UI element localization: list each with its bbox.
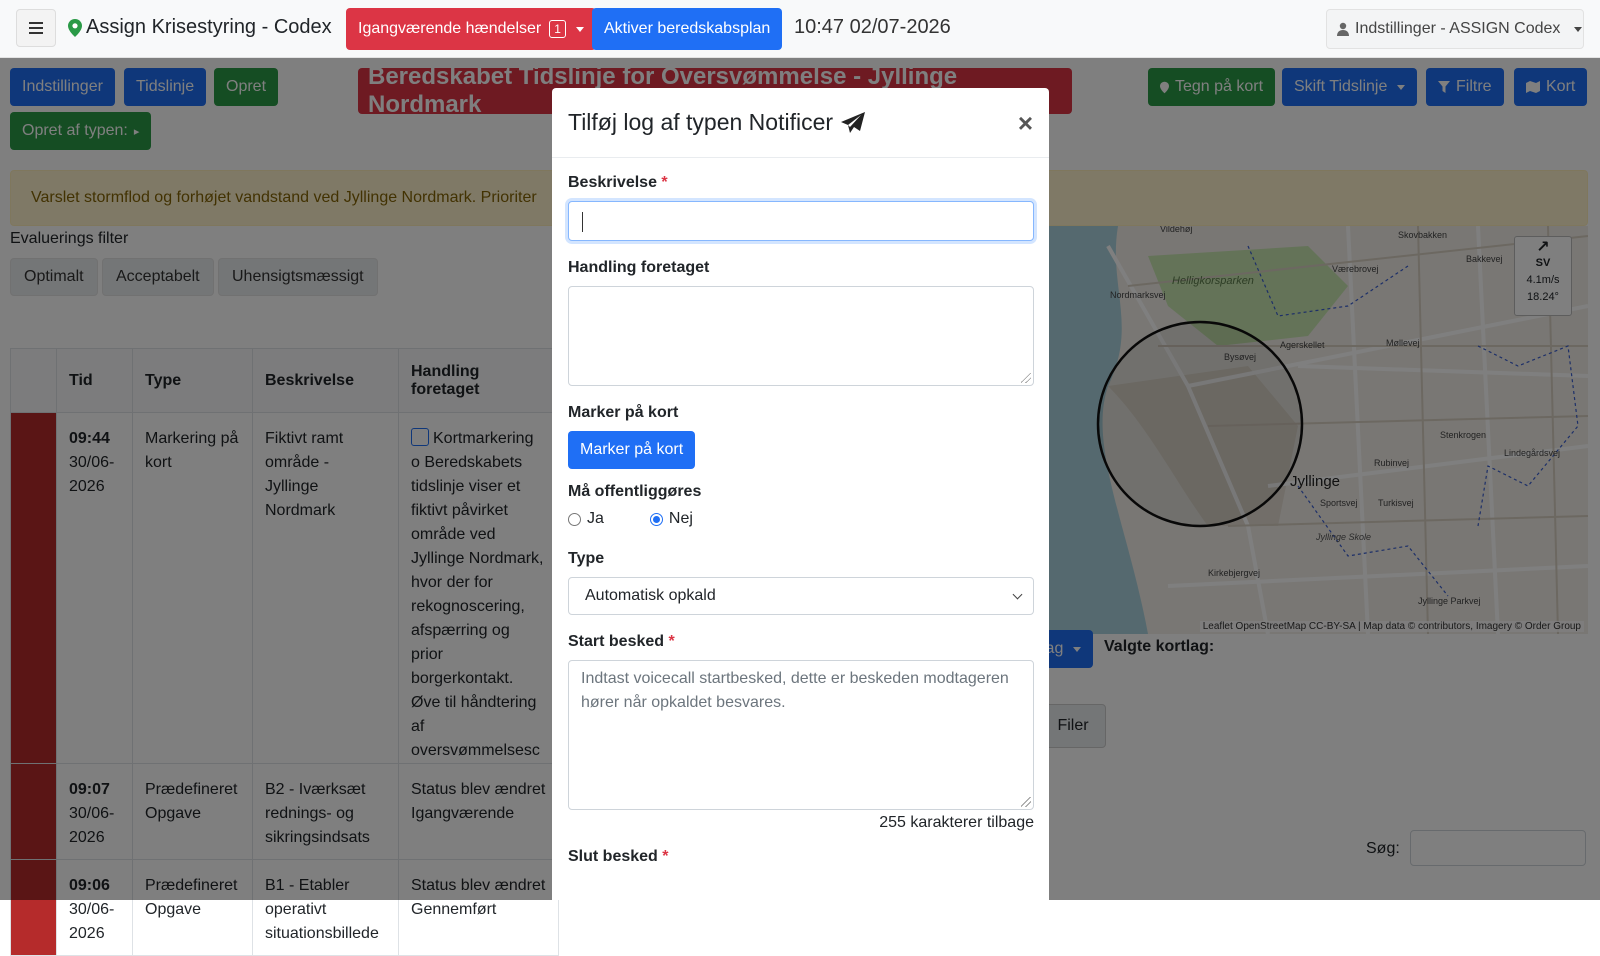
publish-yes-radio[interactable]: [568, 512, 581, 526]
publish-yes-label[interactable]: Ja: [587, 510, 604, 528]
resize-handle-icon[interactable]: [1021, 373, 1031, 383]
publish-label: Må offentliggøres: [568, 483, 702, 500]
required-mark: *: [661, 174, 668, 191]
mark-on-map-button[interactable]: Marker på kort: [568, 431, 696, 469]
publish-radio-group: Ja Nej: [568, 510, 1033, 528]
text-cursor: [582, 212, 583, 232]
modal-header: Tilføj log af typen Notificer ×: [552, 88, 1049, 158]
incident-count-badge: 1: [549, 20, 566, 38]
description-input[interactable]: [568, 201, 1034, 241]
start-message-textarea[interactable]: Indtast voicecall startbesked, dette er …: [568, 660, 1034, 810]
caret-down-icon: [575, 26, 584, 32]
map-pin-icon: [68, 18, 82, 37]
modal-title: Tilføj log af typen Notificer: [568, 109, 866, 136]
chevron-down-icon: [1012, 589, 1023, 599]
menu-toggle-button[interactable]: [16, 9, 56, 47]
start-message-label: Start besked *: [568, 633, 675, 650]
action-taken-textarea[interactable]: [568, 286, 1034, 386]
resize-handle-icon[interactable]: [1021, 797, 1031, 807]
top-navbar: Assign Krisestyring - Codex Igangværende…: [0, 0, 1600, 58]
description-label: Beskrivelse *: [568, 174, 668, 191]
type-select[interactable]: Automatisk opkald: [568, 577, 1034, 615]
ongoing-incidents-dropdown[interactable]: Igangværende hændelser 1: [346, 8, 596, 50]
clock: 10:47 02/07-2026: [794, 16, 951, 38]
paper-plane-icon: [841, 111, 866, 133]
publish-no-label[interactable]: Nej: [669, 510, 693, 528]
user-icon: [1337, 22, 1349, 36]
mark-on-map-label: Marker på kort: [568, 404, 679, 421]
start-message-placeholder: Indtast voicecall startbesked, dette er …: [581, 670, 1009, 711]
required-mark: *: [668, 633, 675, 650]
end-message-label: Slut besked *: [568, 848, 669, 865]
brand-text: Assign Krisestyring - Codex: [86, 16, 332, 38]
activate-plan-button[interactable]: Aktiver beredskabsplan: [592, 8, 783, 50]
type-label: Type: [568, 550, 605, 567]
publish-no-radio[interactable]: [649, 512, 663, 526]
character-counter: 255 karakterer tilbage: [879, 814, 1034, 831]
close-icon[interactable]: ×: [1018, 110, 1033, 136]
hamburger-icon: [29, 22, 43, 24]
action-taken-label: Handling foretaget: [568, 259, 710, 276]
caret-down-icon: [1574, 26, 1583, 32]
settings-dropdown[interactable]: Indstillinger - ASSIGN Codex: [1326, 9, 1584, 49]
add-log-modal: Tilføj log af typen Notificer × Beskrive…: [552, 88, 1049, 900]
required-mark: *: [662, 848, 669, 865]
brand[interactable]: Assign Krisestyring - Codex: [68, 16, 332, 39]
modal-body: Beskrivelse * Handling foretaget Marker …: [552, 158, 1049, 866]
